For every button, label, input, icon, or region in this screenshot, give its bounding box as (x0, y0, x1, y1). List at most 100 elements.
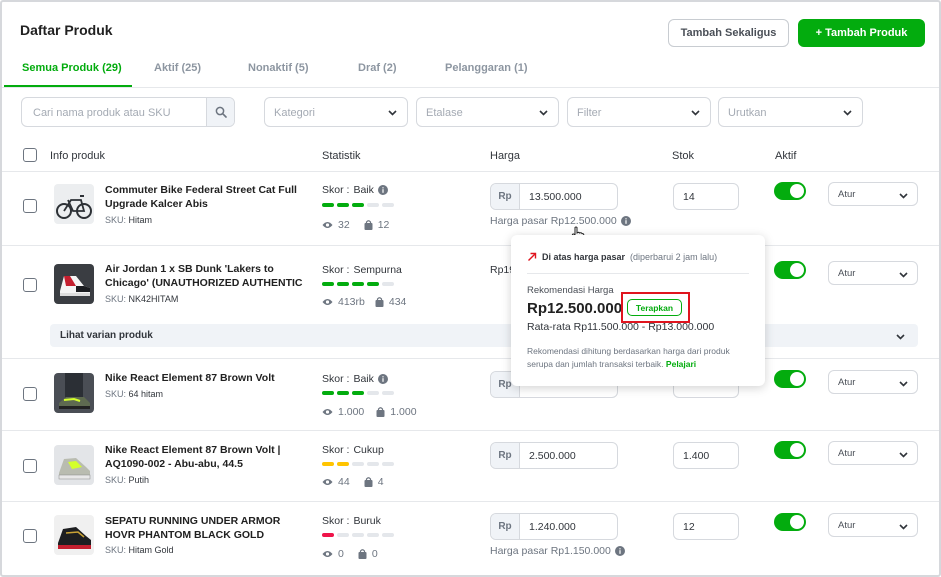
price-input[interactable]: Rp 13.500.000 (490, 183, 618, 210)
tab-aktif[interactable]: Aktif (25) (154, 62, 201, 74)
variant-toggle[interactable]: Lihat varian produk (50, 324, 918, 347)
etalase-label: Etalase (426, 107, 463, 119)
row-checkbox[interactable] (23, 387, 37, 401)
row-checkbox[interactable] (23, 278, 37, 292)
product-name[interactable]: SEPATU RUNNING UNDER ARMOR HOVR PHANTOM … (105, 514, 305, 542)
active-toggle[interactable] (774, 261, 806, 279)
price-value[interactable]: 2.500.000 (520, 443, 576, 468)
popup-divider (527, 273, 749, 274)
etalase-dropdown[interactable]: Etalase (416, 97, 559, 127)
sold-count: 0 (371, 548, 378, 560)
score-segment (352, 462, 364, 466)
score-segment (367, 203, 379, 207)
atur-dropdown[interactable]: Atur (828, 441, 918, 465)
chevron-down-icon (539, 110, 548, 116)
chevron-down-icon (843, 110, 852, 116)
tab-pelanggaran[interactable]: Pelanggaran (1) (445, 62, 528, 74)
product-name[interactable]: Air Jordan 1 x SB Dunk 'Lakers to Chicag… (105, 262, 305, 290)
price-input[interactable]: Rp 1.240.000 (490, 513, 618, 540)
product-sku: SKU: Hitam (105, 215, 152, 225)
price-value[interactable]: 13.500.000 (520, 184, 582, 209)
active-toggle[interactable] (774, 370, 806, 388)
row-checkbox[interactable] (23, 529, 37, 543)
score-segment (337, 203, 349, 207)
score-segment (382, 391, 394, 395)
market-price: Harga pasar Rp12.500.000 (490, 215, 631, 227)
tab-semua-produk[interactable]: Semua Produk (29) (22, 62, 122, 74)
product-image (54, 184, 94, 224)
filter-dropdown[interactable]: Filter (567, 97, 711, 127)
sku-label: SKU: (105, 294, 127, 304)
atur-label: Atur (838, 448, 856, 459)
views-count: 0 (338, 548, 344, 560)
chevron-down-icon (691, 110, 700, 116)
search-box[interactable]: Cari nama produk atau SKU (21, 97, 235, 127)
kategori-dropdown[interactable]: Kategori (264, 97, 408, 127)
atur-label: Atur (838, 520, 856, 531)
score-bar (322, 462, 394, 466)
score-segment (367, 533, 379, 537)
views-count: 413rb (338, 296, 365, 308)
price-value[interactable]: 1.240.000 (520, 514, 576, 539)
price-input[interactable]: Rp 2.500.000 (490, 442, 618, 469)
atur-dropdown[interactable]: Atur (828, 370, 918, 394)
sold-count: 1.000 (390, 406, 417, 418)
search-input[interactable]: Cari nama produk atau SKU (22, 98, 206, 126)
market-price-text: Harga pasar Rp1.150.000 (490, 545, 611, 557)
info-icon[interactable] (377, 374, 388, 384)
product-image (54, 373, 94, 413)
tab-draf[interactable]: Draf (2) (358, 62, 397, 74)
sku-label: SKU: (105, 475, 127, 485)
score-segment (322, 203, 334, 207)
tab-nonaktif[interactable]: Nonaktif (5) (248, 62, 309, 74)
urutkan-label: Urutkan (728, 107, 767, 119)
stock-input[interactable]: 1.400 (673, 442, 739, 469)
eye-icon (322, 409, 333, 415)
stock-input[interactable]: 14 (673, 183, 739, 210)
sold-count: 12 (377, 219, 390, 231)
chevron-down-icon (899, 381, 908, 387)
row-checkbox[interactable] (23, 199, 37, 213)
shopping-bag-icon (376, 407, 385, 417)
learn-more-link[interactable]: Pelajari (666, 359, 696, 369)
atur-label: Atur (838, 268, 856, 279)
product-image (54, 515, 94, 555)
select-all-checkbox[interactable] (23, 148, 37, 162)
product-name[interactable]: Commuter Bike Federal Street Cat Full Up… (105, 183, 305, 211)
stock-input[interactable]: 12 (673, 513, 739, 540)
score-bar (322, 533, 394, 537)
eye-icon (322, 299, 333, 305)
active-toggle[interactable] (774, 441, 806, 459)
atur-dropdown[interactable]: Atur (828, 261, 918, 285)
header-statistik: Statistik (322, 150, 361, 162)
urutkan-dropdown[interactable]: Urutkan (718, 97, 863, 127)
info-icon[interactable] (620, 216, 631, 226)
bulk-add-button[interactable]: Tambah Sekaligus (668, 19, 789, 47)
currency-prefix: Rp (491, 514, 520, 539)
score-segment (382, 282, 394, 286)
score-segment (352, 391, 364, 395)
active-toggle[interactable] (774, 182, 806, 200)
chevron-down-icon (899, 524, 908, 530)
info-icon[interactable] (377, 185, 388, 195)
tabs-divider (2, 87, 939, 88)
atur-dropdown[interactable]: Atur (828, 513, 918, 537)
highlight-box (621, 292, 690, 323)
search-icon (215, 106, 227, 118)
add-product-button[interactable]: + Tambah Produk (798, 19, 925, 47)
average-price-range: Rata-rata Rp11.500.000 - Rp13.000.000 (527, 321, 715, 333)
product-name[interactable]: Nike React Element 87 Brown Volt (105, 371, 305, 385)
info-icon[interactable] (614, 546, 625, 556)
search-button[interactable] (206, 98, 234, 126)
filter-label: Filter (577, 107, 602, 119)
atur-dropdown[interactable]: Atur (828, 182, 918, 206)
product-sku: SKU: Hitam Gold (105, 545, 174, 555)
currency-prefix: Rp (491, 184, 520, 209)
active-toggle[interactable] (774, 513, 806, 531)
product-name[interactable]: Nike React Element 87 Brown Volt | AQ109… (105, 443, 305, 471)
header-harga: Harga (490, 150, 520, 162)
eye-icon (322, 551, 333, 557)
row-checkbox[interactable] (23, 459, 37, 473)
score-label: Skor : (322, 184, 350, 196)
score-label: Skor : (322, 444, 350, 456)
